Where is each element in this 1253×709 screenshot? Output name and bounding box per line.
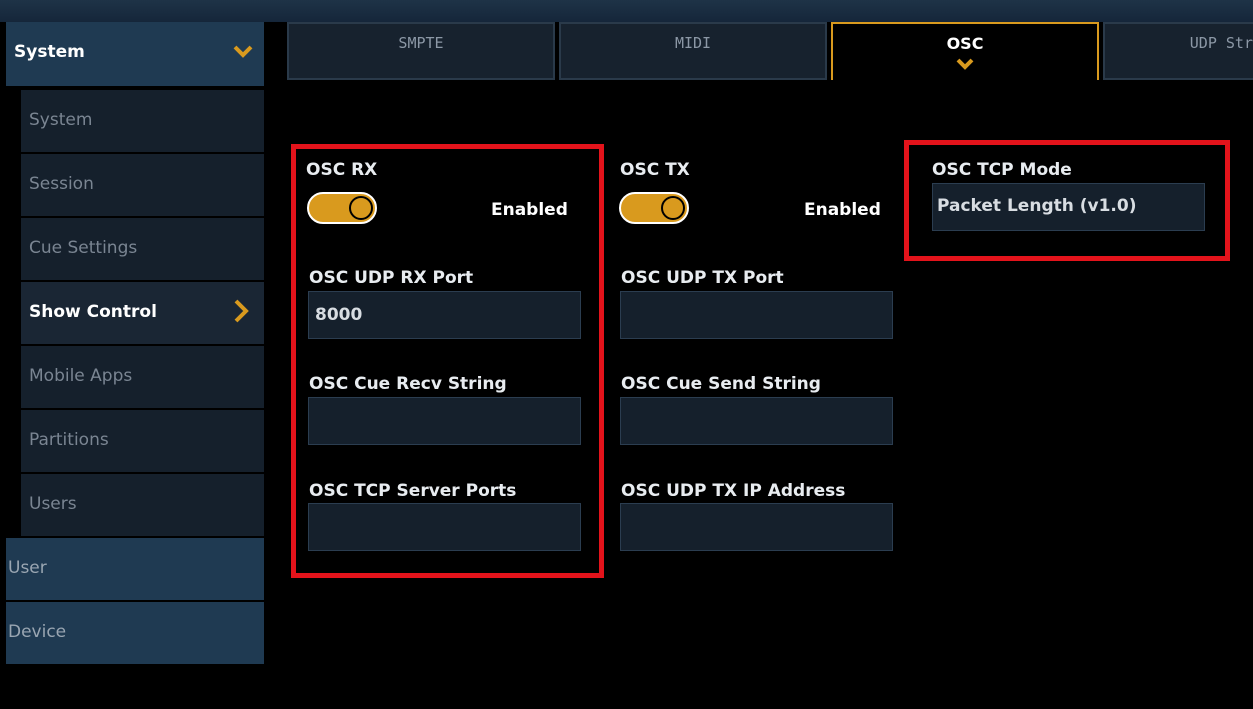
sidebar-item-label: User (8, 558, 47, 578)
sidebar-item-device[interactable]: Device (6, 602, 264, 664)
sidebar-item-cue-settings[interactable]: Cue Settings (21, 218, 264, 280)
osc-tx-title: OSC TX (620, 160, 690, 180)
chevron-down-icon (232, 40, 254, 66)
sidebar-header-label: System (14, 42, 85, 62)
sidebar-item-label: Users (29, 494, 77, 514)
tab-smpte[interactable]: SMPTE (287, 22, 555, 80)
sidebar-item-show-control[interactable]: Show Control (21, 282, 264, 344)
osc-udp-tx-ip-field[interactable] (620, 503, 893, 551)
sidebar-item-label: Device (8, 622, 67, 642)
osc-cue-send-field[interactable] (620, 397, 893, 445)
toggle-knob (661, 196, 685, 220)
osc-udp-tx-port-label: OSC UDP TX Port (621, 268, 784, 288)
tab-midi[interactable]: MIDI (559, 22, 827, 80)
highlight-box-osc-rx (291, 144, 604, 578)
sidebar-item-partitions[interactable]: Partitions (21, 410, 264, 472)
osc-udp-tx-port-field[interactable] (620, 291, 893, 339)
sidebar-item-label: System (29, 110, 93, 130)
sidebar-item-mobile-apps[interactable]: Mobile Apps (21, 346, 264, 408)
sidebar-item-users[interactable]: Users (21, 474, 264, 536)
tab-udp-strings[interactable]: UDP Str (1103, 22, 1253, 80)
tab-label: SMPTE (398, 34, 444, 52)
sidebar-item-label: Mobile Apps (29, 366, 133, 386)
tab-label: UDP Str (1189, 34, 1253, 52)
chevron-down-icon (955, 56, 975, 75)
sidebar-header-system[interactable]: System (6, 22, 264, 86)
osc-tx-toggle[interactable] (619, 192, 689, 224)
tab-osc[interactable]: OSC (831, 22, 1099, 80)
osc-udp-tx-ip-label: OSC UDP TX IP Address (621, 481, 846, 501)
sidebar-item-system[interactable]: System (21, 90, 264, 152)
tab-label: MIDI (674, 34, 712, 52)
top-bar (0, 0, 1253, 22)
sidebar-item-label: Session (29, 174, 94, 194)
chevron-right-icon (232, 298, 250, 328)
highlight-box-osc-tcp-mode (904, 140, 1230, 261)
tab-label: OSC (946, 34, 984, 53)
osc-cue-send-label: OSC Cue Send String (621, 374, 821, 394)
sidebar-item-label: Show Control (29, 302, 157, 322)
sidebar-item-label: Cue Settings (29, 238, 138, 258)
sidebar-item-user[interactable]: User (6, 538, 264, 600)
sidebar-item-session[interactable]: Session (21, 154, 264, 216)
sidebar-item-label: Partitions (29, 430, 109, 450)
osc-tx-state: Enabled (804, 200, 881, 220)
